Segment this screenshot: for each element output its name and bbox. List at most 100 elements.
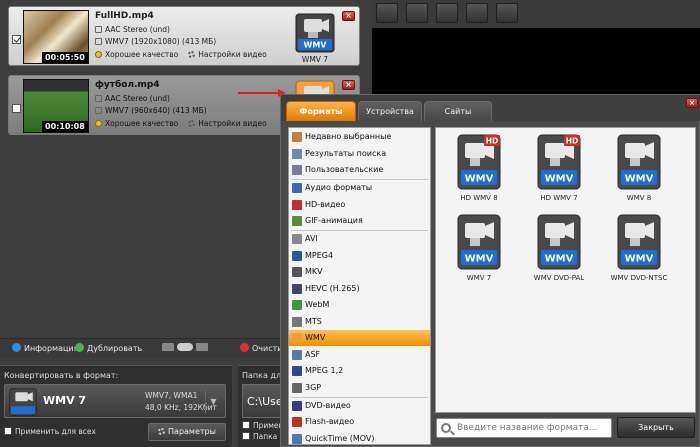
- remove-file-button[interactable]: ×: [342, 11, 355, 21]
- brightness-icon[interactable]: [436, 3, 458, 23]
- category-item-webm[interactable]: WebM: [289, 297, 430, 313]
- category-item-mpeg-1-2[interactable]: MPEG 1,2: [289, 363, 430, 379]
- apply-all-checkbox[interactable]: Применить для всех: [4, 427, 96, 436]
- wmv-format-icon: WMV: [457, 214, 501, 270]
- audio-info[interactable]: AAC Stereo (und): [105, 25, 170, 34]
- video-info: WMV7 (1920x1080) (413 МБ): [105, 37, 217, 46]
- file-item[interactable]: 00:05:50 FullHD.mp4 AAC Stereo (und) WMV…: [8, 6, 360, 66]
- video-thumbnail[interactable]: 00:10:08: [23, 79, 89, 133]
- category-item-quicktime-mov-[interactable]: QuickTime (MOV): [289, 431, 430, 445]
- format-grid: WMV HD HD WMV 8 WMV HD HD WMV 7 WMV WMV 8 WMV WMV…: [435, 127, 696, 413]
- format-tile-wmv-dvd-ntsc[interactable]: WMV WMV DVD-NTSC: [604, 214, 674, 286]
- category-item-3gp[interactable]: 3GP: [289, 380, 430, 396]
- category-label: DVD-видео: [305, 400, 351, 410]
- file-name: футбол.mp4: [95, 80, 160, 90]
- formats-dialog: Форматы Устройства Сайты × Недавно выбра…: [280, 94, 700, 447]
- category-item-wmv[interactable]: WMV: [289, 330, 430, 346]
- wmv-badge-text: WMV: [304, 41, 328, 50]
- format-tile-hd-wmv-7[interactable]: WMV HD HD WMV 7: [524, 134, 594, 206]
- output-format-selector[interactable]: WMV 7 WMV7, WMA1 48,0 KHz, 192Кбит ▼: [4, 384, 226, 418]
- category-label: Результаты поиска: [305, 148, 387, 158]
- list-view-icon: [162, 343, 174, 351]
- wmv-badge-text: WMV: [465, 174, 494, 185]
- format-tile-hd-wmv-8[interactable]: WMV HD HD WMV 8: [444, 134, 514, 206]
- output-format-label: WMV 7: [301, 55, 329, 64]
- hevc-icon: [292, 283, 302, 294]
- category-label: WMV: [305, 333, 326, 342]
- category-item-hd-видео[interactable]: HD-видео: [289, 197, 430, 213]
- speed-icon[interactable]: [496, 3, 518, 23]
- convert-title: Конвертировать в формат:: [4, 371, 119, 380]
- info-button[interactable]: Информация: [12, 343, 78, 353]
- format-tile-label: HD WMV 7: [540, 194, 578, 202]
- wmv-badge-text: WMV: [465, 254, 494, 265]
- search-results-icon: [292, 148, 302, 159]
- gear-icon: [188, 120, 196, 127]
- search-icon: [441, 423, 451, 433]
- category-item-аудио-форматы[interactable]: Аудио форматы: [289, 180, 430, 196]
- tab-sites[interactable]: Сайты: [424, 101, 492, 121]
- dialog-close-icon[interactable]: ×: [686, 98, 698, 108]
- format-tile-wmv-8[interactable]: WMV WMV 8: [604, 134, 674, 206]
- video-settings-link[interactable]: Настройки видео: [198, 119, 266, 128]
- codec-info: WMV7, WMA1: [145, 391, 198, 400]
- convert-panel: Конвертировать в формат: WMV 7 WMV7, WMA…: [0, 365, 232, 447]
- format-category-list: Недавно выбранные Результаты поиска Пользо…: [288, 127, 431, 445]
- category-item-hevc-h-265-[interactable]: HEVC (H.265): [289, 281, 430, 297]
- category-label: AVI: [305, 234, 318, 243]
- apply-all-label: Применить для всех: [15, 427, 96, 436]
- category-item-dvd-видео[interactable]: DVD-видео: [289, 398, 430, 414]
- category-item-avi[interactable]: AVI: [289, 231, 430, 247]
- format-search-box[interactable]: [436, 418, 612, 438]
- editing-toolbar: [372, 0, 700, 28]
- quality-label[interactable]: Хорошее качество: [105, 119, 178, 128]
- category-item-недавно-выбранные[interactable]: Недавно выбранные: [289, 129, 430, 145]
- format-tile-wmv-7[interactable]: WMV WMV 7: [444, 214, 514, 286]
- video-preview: [372, 28, 700, 98]
- category-item-mkv[interactable]: MKV: [289, 264, 430, 280]
- video-thumbnail[interactable]: 00:05:50: [23, 10, 89, 64]
- tab-devices[interactable]: Устройства: [358, 101, 422, 121]
- parameters-label: Параметры: [168, 427, 216, 436]
- wmv-format-icon: [9, 388, 37, 416]
- asf-icon: [292, 349, 302, 360]
- file-name: FullHD.mp4: [95, 11, 154, 21]
- category-label: MTS: [305, 316, 322, 326]
- category-item-asf[interactable]: ASF: [289, 347, 430, 363]
- crop-icon[interactable]: [466, 3, 488, 23]
- gear-icon: [158, 428, 166, 435]
- quality-label[interactable]: Хорошее качество: [105, 50, 178, 59]
- search-input[interactable]: [457, 421, 607, 435]
- remove-file-button[interactable]: ×: [342, 80, 355, 90]
- category-item-пользовательские[interactable]: Пользовательские: [289, 162, 430, 178]
- close-icon: ×: [345, 11, 352, 20]
- category-item-mpeg4[interactable]: MPEG4: [289, 248, 430, 264]
- film-strip-icon[interactable]: [376, 3, 398, 23]
- effects-icon[interactable]: [406, 3, 428, 23]
- format-tile-label: WMV DVD-NTSC: [610, 274, 668, 282]
- audio-info[interactable]: AAC Stereo (und): [105, 94, 170, 103]
- file-checkbox[interactable]: [12, 104, 21, 113]
- parameters-button[interactable]: Параметры: [148, 423, 226, 441]
- category-label: MKV: [305, 267, 323, 276]
- view-toggle[interactable]: [162, 343, 211, 352]
- wmv-badge-text: WMV: [625, 254, 654, 265]
- grid-view-icon: [196, 343, 208, 351]
- category-item-flash-видео[interactable]: Flash-видео: [289, 414, 430, 430]
- category-item-gif-анимация[interactable]: GIF-анимация: [289, 213, 430, 229]
- duration-label: 00:05:50: [42, 52, 88, 63]
- duplicate-button[interactable]: Дублировать: [75, 343, 142, 353]
- video-icon: [95, 38, 102, 45]
- category-item-результаты-поиска[interactable]: Результаты поиска: [289, 146, 430, 162]
- format-tile-label: WMV 7: [466, 274, 492, 282]
- file-checkbox[interactable]: [12, 35, 21, 44]
- chevron-down-icon[interactable]: ▼: [205, 390, 221, 414]
- close-button[interactable]: Закрыть: [617, 417, 695, 438]
- mpeg4-icon: [292, 250, 302, 261]
- format-tile-wmv-dvd-pal[interactable]: WMV WMV DVD-PAL: [524, 214, 594, 286]
- category-item-mts[interactable]: MTS: [289, 314, 430, 330]
- folder-option-source[interactable]: Папка с: [242, 432, 284, 441]
- wmv-format-icon[interactable]: WMV: [295, 13, 335, 53]
- tab-formats[interactable]: Форматы: [286, 101, 356, 121]
- video-settings-link[interactable]: Настройки видео: [198, 50, 266, 59]
